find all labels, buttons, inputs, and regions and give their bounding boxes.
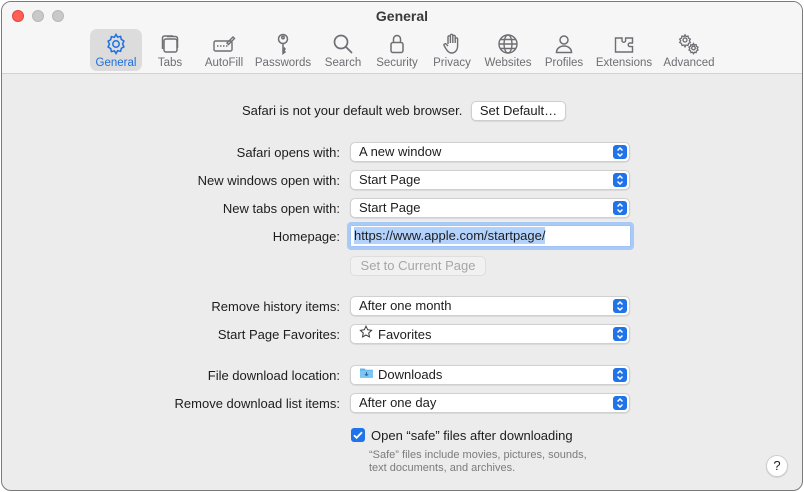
chevron-updown-icon xyxy=(613,145,627,159)
tab-label: Profiles xyxy=(544,57,584,69)
tab-label: Privacy xyxy=(433,57,471,69)
homepage-input[interactable]: https://www.apple.com/startpage/ xyxy=(347,222,634,250)
select-value: After one month xyxy=(359,298,452,313)
default-browser-message: Safari is not your default web browser. xyxy=(242,103,463,118)
open-safe-files-label: Open “safe” files after downloading xyxy=(371,428,573,443)
tab-label: AutoFill xyxy=(204,57,244,69)
tab-advanced[interactable]: Advanced xyxy=(662,29,716,71)
chevron-updown-icon xyxy=(613,299,627,313)
new-tabs-label: New tabs open with: xyxy=(222,201,340,216)
tab-label: Extensions xyxy=(595,57,653,69)
safe-files-note-line2: text documents, and archives. xyxy=(369,462,516,474)
select-value: Favorites xyxy=(378,327,432,342)
folder-icon xyxy=(359,366,375,384)
tab-security[interactable]: Security xyxy=(372,29,422,71)
homepage-value: https://www.apple.com/startpage/ xyxy=(354,227,546,244)
puzzle-icon xyxy=(614,37,634,53)
tab-label: Security xyxy=(376,57,418,69)
select-value: Start Page xyxy=(359,200,421,215)
open-safe-files-checkbox[interactable] xyxy=(351,428,365,442)
gear-icon xyxy=(107,33,125,55)
tab-websites[interactable]: Websites xyxy=(482,29,534,71)
tab-label: General xyxy=(95,57,137,69)
tab-general[interactable]: General xyxy=(90,29,142,71)
chevron-updown-icon xyxy=(613,368,627,382)
key-icon xyxy=(277,33,289,55)
download-location-select[interactable]: Downloads xyxy=(350,365,630,385)
gears-icon xyxy=(678,33,699,55)
download-location-label: File download location: xyxy=(207,368,340,383)
tab-label: Tabs xyxy=(157,57,183,69)
favorites-select[interactable]: Favorites xyxy=(350,324,630,344)
remove-history-label: Remove history items: xyxy=(211,299,340,314)
tab-tabs[interactable]: Tabs xyxy=(150,29,190,71)
tab-search[interactable]: Search xyxy=(322,29,364,71)
new-tabs-select[interactable]: Start Page xyxy=(350,198,630,218)
preferences-window: General General Tabs AutoFill Passwords … xyxy=(1,1,803,491)
set-to-current-page-button[interactable]: Set to Current Page xyxy=(350,256,486,276)
chevron-updown-icon xyxy=(613,396,627,410)
person-icon xyxy=(555,35,573,54)
tab-extensions[interactable]: Extensions xyxy=(594,29,654,71)
tab-label: Websites xyxy=(484,57,532,69)
new-windows-label: New windows open with: xyxy=(197,173,340,188)
select-value: Start Page xyxy=(359,172,421,187)
lock-icon xyxy=(390,34,404,54)
tab-label: Search xyxy=(324,57,362,69)
preferences-toolbar: General Tabs AutoFill Passwords Search S… xyxy=(2,28,802,72)
help-button[interactable]: ? xyxy=(766,455,788,477)
checkmark-icon xyxy=(353,431,363,440)
tab-passwords[interactable]: Passwords xyxy=(254,29,312,71)
autofill-icon xyxy=(213,36,236,52)
window-title: General xyxy=(375,8,429,24)
tab-label: Advanced xyxy=(663,57,715,69)
tab-autofill[interactable]: AutoFill xyxy=(200,29,248,71)
magnifier-icon xyxy=(333,34,353,54)
remove-history-select[interactable]: After one month xyxy=(350,296,630,316)
safe-files-note-line1: “Safe” files include movies, pictures, s… xyxy=(369,449,587,461)
set-default-button[interactable]: Set Default… xyxy=(471,101,566,121)
titlebar: General General Tabs AutoFill Passwords … xyxy=(2,2,802,74)
select-value: Downloads xyxy=(378,367,443,382)
remove-downloads-label: Remove download list items: xyxy=(174,396,340,411)
homepage-label: Homepage: xyxy=(272,229,340,244)
general-pane: Safari is not your default web browser. … xyxy=(2,74,802,490)
opens-with-label: Safari opens with: xyxy=(236,145,340,160)
favorites-label: Start Page Favorites: xyxy=(217,327,340,342)
globe-icon xyxy=(498,34,518,54)
new-windows-select[interactable]: Start Page xyxy=(350,170,630,190)
select-value: After one day xyxy=(359,395,437,410)
tabs-icon xyxy=(161,35,179,53)
chevron-updown-icon xyxy=(613,201,627,215)
hand-icon xyxy=(443,33,459,54)
opens-with-select[interactable]: A new window xyxy=(350,142,630,162)
tab-privacy[interactable]: Privacy xyxy=(430,29,474,71)
remove-downloads-select[interactable]: After one day xyxy=(350,393,630,413)
tab-profiles[interactable]: Profiles xyxy=(542,29,586,71)
tab-label: Passwords xyxy=(254,57,312,69)
star-icon xyxy=(359,325,375,344)
chevron-updown-icon xyxy=(613,173,627,187)
chevron-updown-icon xyxy=(613,327,627,341)
select-value: A new window xyxy=(359,144,442,159)
